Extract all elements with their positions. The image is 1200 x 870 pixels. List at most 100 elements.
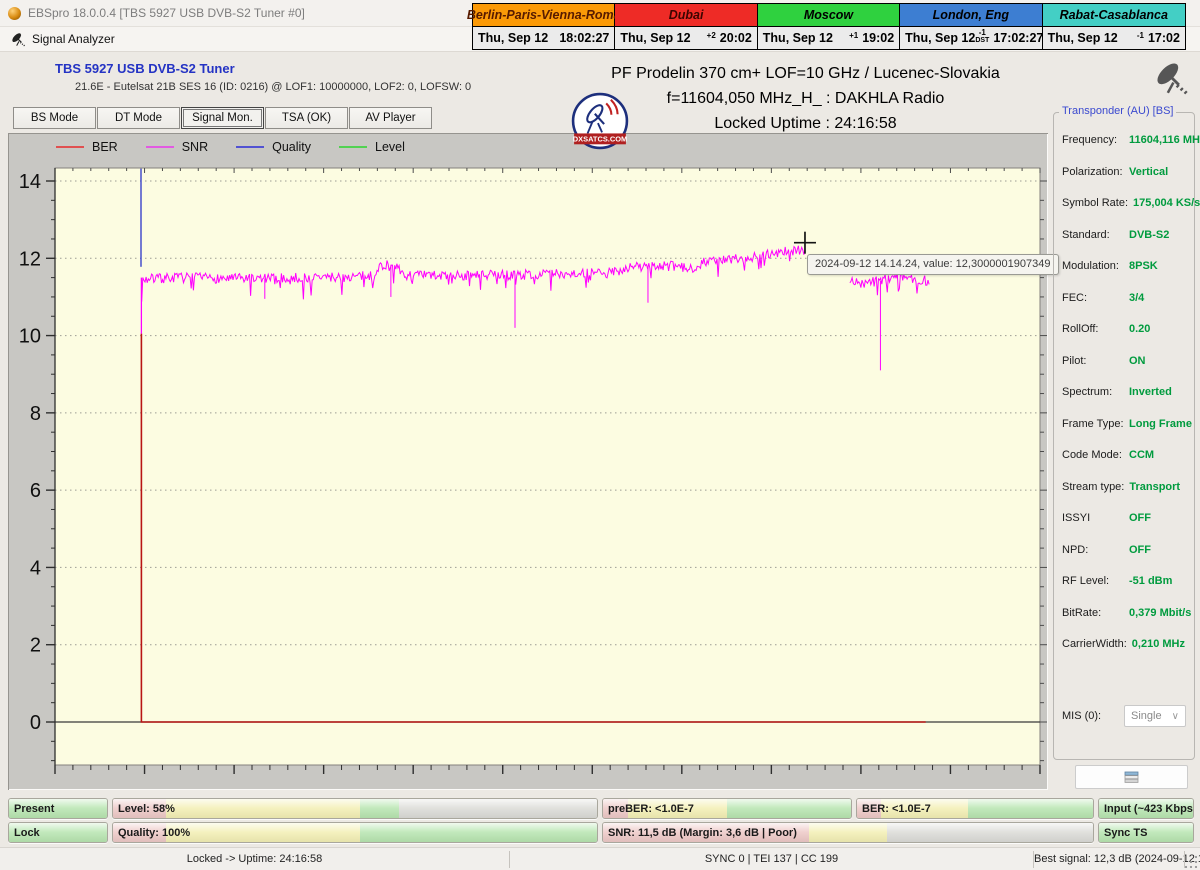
- world-clock-berlin-paris-vienna-roma: Berlin-Paris-Vienna-Roma Thu, Sep 12 18:…: [473, 4, 615, 49]
- mis-selected-value: Single: [1131, 710, 1172, 722]
- meter-label: Sync TS: [1104, 827, 1147, 839]
- transponder-row-npd: NPD: OFF: [1062, 541, 1190, 560]
- legend-item-quality: Quality: [236, 140, 311, 154]
- legend-item-ber: BER: [56, 140, 118, 154]
- transponder-row-value: 0,210 MHz: [1132, 635, 1185, 654]
- transponder-row-rf-level: RF Level: -51 dBm: [1062, 572, 1190, 591]
- transponder-row-label: Modulation:: [1062, 257, 1124, 276]
- signal-analyzer-dish-icon: [1152, 56, 1190, 98]
- satellite-dish-icon: [10, 31, 26, 47]
- transponder-row-polarization: Polarization: Vertical: [1062, 163, 1190, 182]
- legend-color-swatch: [56, 146, 84, 148]
- legend-color-swatch: [339, 146, 367, 148]
- transponder-row-symbol-rate: Symbol Rate: 175,004 KS/s: [1062, 194, 1190, 213]
- clock-city-header: Dubai: [615, 4, 756, 27]
- clock-date: Thu, Sep 12: [905, 31, 975, 45]
- dxsatcs-logo: DXSATCS.COM: [571, 92, 629, 150]
- clock-time-row: Thu, Sep 12 -1 17:02: [1043, 27, 1185, 49]
- status-meters-row2: Lock Quality: 100% SNR: 11,5 dB (Margin: 3…: [8, 822, 1194, 843]
- signal-chart[interactable]: 02468101214: [8, 133, 1048, 790]
- transponder-row-carrierwidth: CarrierWidth: 0,210 MHz: [1062, 635, 1190, 654]
- clock-time: 19:02: [862, 31, 894, 45]
- clock-time: 20:02: [720, 31, 752, 45]
- panel-footer-button[interactable]: [1075, 765, 1188, 789]
- transponder-row-value: 8PSK: [1129, 257, 1158, 276]
- meter-label: Level: 58%: [118, 803, 175, 815]
- meter-quality-100: Quality: 100%: [112, 822, 598, 843]
- svg-text:4: 4: [30, 557, 41, 579]
- transponder-row-label: Standard:: [1062, 226, 1124, 245]
- logo-text: DXSATCS.COM: [573, 135, 627, 144]
- clock-city-name: London, Eng: [933, 8, 1009, 22]
- svg-text:12: 12: [19, 248, 41, 270]
- svg-text:10: 10: [19, 326, 41, 348]
- statusbar-best-signal: Best signal: 12,3 dB (2024-09-12 14:19): [1034, 853, 1184, 865]
- transponder-row-value: Transport: [1129, 478, 1180, 497]
- tab-signal-mon[interactable]: Signal Mon.: [181, 107, 264, 129]
- transponder-rows: Frequency: 11604,116 MHz Polarization: V…: [1062, 131, 1190, 667]
- signal-chart-panel: 02468101214 BER SNR Quality Level 2024-0…: [8, 133, 1048, 790]
- clock-time-row: Thu, Sep 12 +1 19:02: [758, 27, 899, 49]
- transponder-row-bitrate: BitRate: 0,379 Mbit/s: [1062, 604, 1190, 623]
- transponder-row-value: 3/4: [1129, 289, 1144, 308]
- meter-level-58: Level: 58%: [112, 798, 598, 819]
- transponder-row-pilot: Pilot: ON: [1062, 352, 1190, 371]
- world-clock-london-eng: London, Eng Thu, Sep 12 -1 DST 17:02:27: [900, 4, 1042, 49]
- clock-time: 17:02: [1148, 31, 1180, 45]
- mis-select[interactable]: Single ∨: [1124, 705, 1186, 727]
- transponder-row-value: Inverted: [1129, 383, 1172, 402]
- transponder-row-value: 0,379 Mbit/s: [1129, 604, 1191, 623]
- transponder-row-spectrum: Spectrum: Inverted: [1062, 383, 1190, 402]
- clock-time-row: Thu, Sep 12 +2 20:02: [615, 27, 756, 49]
- transponder-row-modulation: Modulation: 8PSK: [1062, 257, 1190, 276]
- meter-sync-ts: Sync TS: [1098, 822, 1194, 843]
- clock-city-name: Berlin-Paris-Vienna-Roma: [467, 8, 621, 22]
- legend-color-swatch: [146, 146, 174, 148]
- meter-label: SNR: 11,5 dB (Margin: 3,6 dB | Poor): [608, 827, 797, 839]
- legend-item-snr: SNR: [146, 140, 208, 154]
- legend-label: BER: [92, 140, 118, 154]
- clock-utc-offset: -1: [1137, 35, 1144, 41]
- clock-time: 17:02:27: [993, 31, 1043, 45]
- transponder-row-issyi: ISSYI OFF: [1062, 509, 1190, 528]
- world-clock-table: Berlin-Paris-Vienna-Roma Thu, Sep 12 18:…: [472, 3, 1186, 50]
- resize-grip[interactable]: [1185, 855, 1198, 868]
- legend-item-level: Level: [339, 140, 405, 154]
- svg-text:0: 0: [30, 712, 41, 734]
- svg-text:14: 14: [19, 171, 41, 193]
- transponder-row-label: Symbol Rate:: [1062, 194, 1128, 213]
- clock-city-name: Rabat-Casablanca: [1060, 8, 1168, 22]
- tab-bs-mode[interactable]: BS Mode: [13, 107, 96, 129]
- window-title: EBSpro 18.0.0.4 [TBS 5927 USB DVB-S2 Tun…: [28, 6, 305, 20]
- statusbar-sync-counters: SYNC 0 | TEI 137 | CC 199: [510, 853, 1033, 865]
- clock-date: Thu, Sep 12: [763, 31, 833, 45]
- meter-label: Present: [14, 803, 54, 815]
- meter-label: Lock: [14, 827, 40, 839]
- status-meters-row1: PresentLevel: 58%preBER: <1.0E-7BER: <1.…: [8, 798, 1194, 819]
- transponder-row-label: Pilot:: [1062, 352, 1124, 371]
- meter-label: Quality: 100%: [118, 827, 190, 839]
- transponder-row-label: NPD:: [1062, 541, 1124, 560]
- transponder-row-frame-type: Frame Type: Long Frame: [1062, 415, 1190, 434]
- transponder-row-standard: Standard: DVB-S2: [1062, 226, 1190, 245]
- tab-dt-mode[interactable]: DT Mode: [97, 107, 180, 129]
- transponder-row-value: OFF: [1129, 509, 1151, 528]
- meter-snr-11-5-db-margin-3-6-db-poor: SNR: 11,5 dB (Margin: 3,6 dB | Poor): [602, 822, 1094, 843]
- meter-lock: Lock: [8, 822, 108, 843]
- transponder-row-frequency: Frequency: 11604,116 MHz: [1062, 131, 1190, 150]
- tab-av-player[interactable]: AV Player: [349, 107, 432, 129]
- statusbar-lock-uptime: Locked -> Uptime: 24:16:58: [0, 853, 509, 865]
- transponder-row-code-mode: Code Mode: CCM: [1062, 446, 1190, 465]
- transponder-row-value: OFF: [1129, 541, 1151, 560]
- clock-date: Thu, Sep 12: [1048, 31, 1118, 45]
- tab-tsa-ok[interactable]: TSA (OK): [265, 107, 348, 129]
- transponder-row-label: Frequency:: [1062, 131, 1124, 150]
- transponder-row-label: Spectrum:: [1062, 383, 1124, 402]
- meter-label: BER: <1.0E-7: [862, 803, 931, 815]
- transponder-row-fec: FEC: 3/4: [1062, 289, 1190, 308]
- tuner-details: 21.6E - Eutelsat 21B SES 16 (ID: 0216) @…: [75, 81, 471, 93]
- transponder-row-label: Code Mode:: [1062, 446, 1124, 465]
- transponder-row-value: CCM: [1129, 446, 1154, 465]
- chevron-down-icon: ∨: [1172, 711, 1179, 722]
- clock-time: 18:02:27: [559, 31, 609, 45]
